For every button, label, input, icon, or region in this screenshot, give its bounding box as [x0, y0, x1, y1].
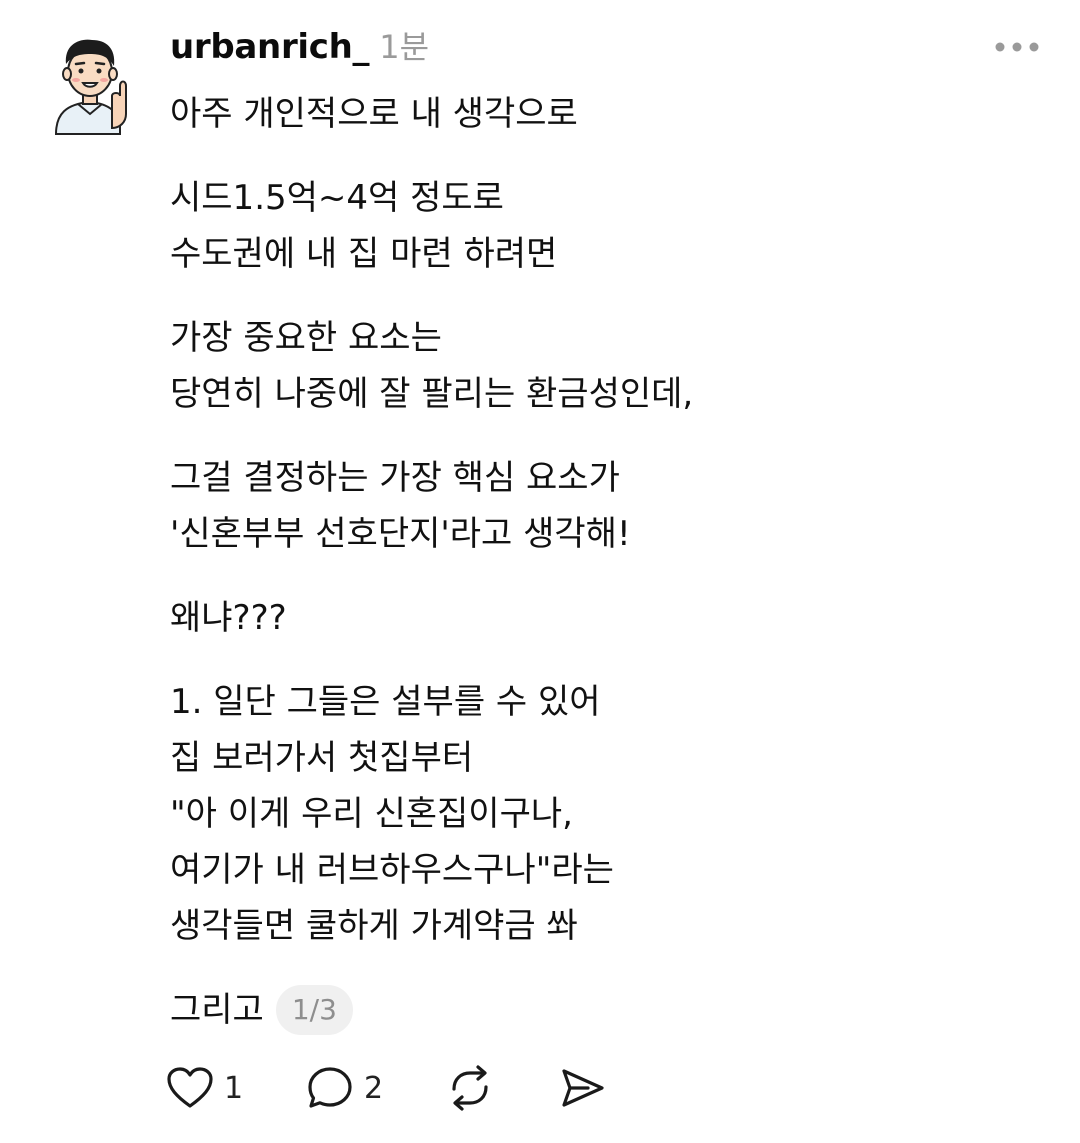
reply-count: 2 [364, 1070, 384, 1106]
action-bar: 1 2 [166, 1062, 606, 1114]
like-button[interactable]: 1 [166, 1066, 306, 1110]
username[interactable]: urbanrich_ [170, 27, 370, 67]
post-header: urbanrich_ 1분 [170, 22, 429, 74]
avatar[interactable] [50, 34, 130, 136]
paragraph: 그걸 결정하는 가장 핵심 요소가 '신혼부부 선호단지'라고 생각해! [170, 450, 1030, 562]
more-options-button[interactable] [992, 30, 1042, 64]
page-indicator-badge: 1/3 [275, 985, 353, 1035]
paragraph: 시드1.5억~4억 정도로 수도권에 내 집 마련 하려면 [170, 170, 1030, 282]
thread-post: urbanrich_ 1분 아주 개인적으로 내 생각으로 시드1.5억~4억 … [0, 0, 1080, 1143]
comment-bubble-icon [306, 1065, 354, 1111]
paragraph: 1. 일단 그들은 설부를 수 있어 집 보러가서 첫집부터 "아 이게 우리 … [170, 674, 1030, 954]
paragraph: 가장 중요한 요소는 당연히 나중에 잘 팔리는 환금성인데, [170, 310, 1030, 422]
text-line: 왜냐??? [170, 598, 287, 638]
text-line: 아주 개인적으로 내 생각으로 [170, 94, 578, 134]
more-horizontal-icon [994, 38, 1040, 57]
repost-icon [446, 1065, 494, 1111]
text-line: 수도권에 내 집 마련 하려면 [170, 234, 558, 274]
paragraph: 왜냐??? [170, 590, 1030, 646]
text-line: 여기가 내 러브하우스구나"라는 [170, 850, 614, 890]
text-line: 그리고 [170, 990, 264, 1030]
text-line: "아 이게 우리 신혼집이구나, [170, 794, 573, 834]
text-line: 생각들면 쿨하게 가계약금 쏴 [170, 906, 578, 946]
text-line: 집 보러가서 첫집부터 [170, 738, 474, 778]
reply-button[interactable]: 2 [306, 1065, 446, 1111]
share-button[interactable] [558, 1066, 606, 1110]
paragraph: 아주 개인적으로 내 생각으로 [170, 86, 1030, 142]
repost-button[interactable] [446, 1065, 558, 1111]
send-icon [558, 1066, 606, 1110]
text-line: '신혼부부 선호단지'라고 생각해! [170, 514, 631, 554]
text-line: 가장 중요한 요소는 [170, 318, 442, 358]
text-line: 시드1.5억~4억 정도로 [170, 178, 504, 218]
heart-icon [166, 1066, 214, 1110]
paragraph: 그리고 1/3 [170, 982, 1030, 1038]
text-line: 그걸 결정하는 가장 핵심 요소가 [170, 458, 620, 498]
like-count: 1 [224, 1070, 244, 1106]
text-line: 1. 일단 그들은 설부를 수 있어 [170, 682, 601, 722]
text-line: 당연히 나중에 잘 팔리는 환금성인데, [170, 374, 694, 414]
post-body: 아주 개인적으로 내 생각으로 시드1.5억~4억 정도로 수도권에 내 집 마… [170, 86, 1030, 1038]
timestamp: 1분 [379, 28, 430, 66]
